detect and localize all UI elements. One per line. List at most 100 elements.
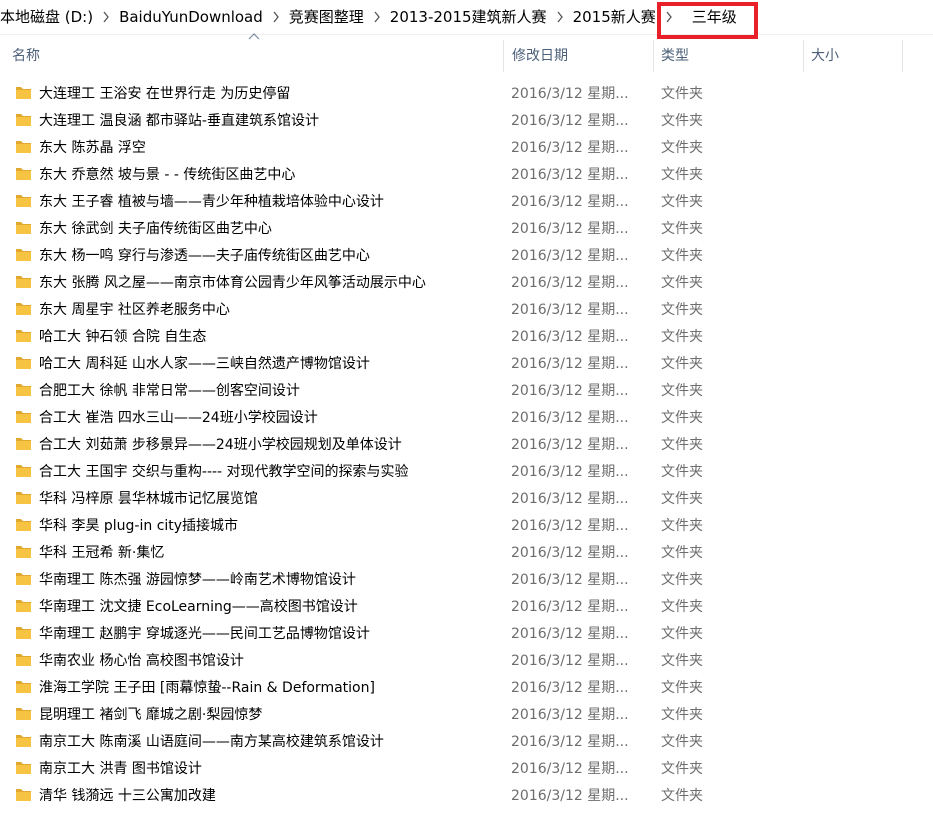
file-row[interactable]: 华南理工 陈杰强 游园惊梦——岭南艺术博物馆设计 2016/3/12 星期... 文… [0,567,933,594]
folder-icon [16,789,31,801]
file-type: 文件夹 [661,275,703,291]
breadcrumb-item-2015[interactable]: 2015新人赛 [571,0,658,34]
file-row[interactable]: 东大 乔意然 坡与景 - - 传统街区曲艺中心 2016/3/12 星期... 文件… [0,162,933,189]
file-name: 东大 张腾 风之屋——南京市体育公园青少年风筝活动展示中心 [39,275,426,291]
file-row[interactable]: 东大 王子睿 植被与墙——青少年种植栽培体验中心设计 2016/3/12 星期..… [0,189,933,216]
file-date: 2016/3/12 星期... [511,572,629,588]
file-row[interactable]: 大连理工 温良涵 都市驿站-垂直建筑系馆设计 2016/3/12 星期... 文件夹 [0,108,933,135]
chevron-right-icon[interactable] [549,0,571,34]
file-name: 华南理工 沈文捷 EcoLearning——高校图书馆设计 [39,599,358,615]
column-header-date[interactable]: 修改日期 [503,40,653,72]
file-date: 2016/3/12 星期... [511,302,629,318]
file-type: 文件夹 [661,86,703,102]
file-date: 2016/3/12 星期... [511,707,629,723]
file-row[interactable]: 华南农业 杨心怡 高校图书馆设计 2016/3/12 星期... 文件夹 [0,648,933,675]
file-date: 2016/3/12 星期... [511,545,629,561]
file-date: 2016/3/12 星期... [511,140,629,156]
folder-icon [16,411,31,423]
file-type: 文件夹 [661,788,703,804]
file-row[interactable]: 合工大 崔浩 四水三山——24班小学校园设计 2016/3/12 星期... 文件夹 [0,405,933,432]
file-type: 文件夹 [661,248,703,264]
sort-ascending-icon [248,33,260,40]
file-name: 大连理工 王浴安 在世界行走 为历史停留 [39,86,291,102]
file-date: 2016/3/12 星期... [511,221,629,237]
column-header-size[interactable]: 大小 [803,40,903,72]
folder-icon [16,330,31,342]
file-row[interactable]: 华科 李昊 plug-in city插接城市 2016/3/12 星期... 文件夹 [0,513,933,540]
file-name: 淮海工学院 王子田 [雨幕惊蛰--Rain & Deformation] [39,680,375,696]
file-row[interactable]: 东大 周星宇 社区养老服务中心 2016/3/12 星期... 文件夹 [0,297,933,324]
file-row[interactable]: 清华 钱漪远 十三公寓加改建 2016/3/12 星期... 文件夹 [0,783,933,810]
folder-icon [16,492,31,504]
chevron-right-icon[interactable] [366,0,388,34]
file-row[interactable]: 东大 张腾 风之屋——南京市体育公园青少年风筝活动展示中心 2016/3/12 星… [0,270,933,297]
chevron-right-icon[interactable] [265,0,287,34]
breadcrumb-item-2013-2015[interactable]: 2013-2015建筑新人赛 [388,0,549,34]
folder-icon [16,222,31,234]
file-row[interactable]: 东大 徐武剑 夫子庙传统街区曲艺中心 2016/3/12 星期... 文件夹 [0,216,933,243]
file-type: 文件夹 [661,167,703,183]
file-row[interactable]: 南京工大 陈南溪 山语庭间——南方某高校建筑系馆设计 2016/3/12 星期..… [0,729,933,756]
file-row[interactable]: 哈工大 周科延 山水人家——三峡自然遗产博物馆设计 2016/3/12 星期...… [0,351,933,378]
file-row[interactable]: 东大 陈苏晶 浮空 2016/3/12 星期... 文件夹 [0,135,933,162]
file-date: 2016/3/12 星期... [511,626,629,642]
file-name: 华南理工 陈杰强 游园惊梦——岭南艺术博物馆设计 [39,572,356,588]
file-row[interactable]: 合工大 刘茹萧 步移景异——24班小学校园规划及单体设计 2016/3/12 星期… [0,432,933,459]
file-row[interactable]: 哈工大 钟石领 合院 自生态 2016/3/12 星期... 文件夹 [0,324,933,351]
chevron-right-icon[interactable] [95,0,117,34]
file-type: 文件夹 [661,572,703,588]
file-name: 东大 乔意然 坡与景 - - 传统街区曲艺中心 [39,167,296,183]
breadcrumb-item-competition-folder[interactable]: 竞赛图整理 [287,0,366,34]
breadcrumb: 本地磁盘 (D:) BaiduYunDownload 竞赛图整理 2013-20… [0,0,933,35]
folder-icon [16,573,31,585]
file-type: 文件夹 [661,329,703,345]
file-type: 文件夹 [661,761,703,777]
file-date: 2016/3/12 星期... [511,599,629,615]
file-name: 华南农业 杨心怡 高校图书馆设计 [39,653,244,669]
file-row[interactable]: 南京工大 洪青 图书馆设计 2016/3/12 星期... 文件夹 [0,756,933,783]
column-header-type[interactable]: 类型 [653,40,803,72]
file-row[interactable]: 大连理工 王浴安 在世界行走 为历史停留 2016/3/12 星期... 文件夹 [0,81,933,108]
file-name: 大连理工 温良涵 都市驿站-垂直建筑系馆设计 [39,113,319,129]
folder-icon [16,600,31,612]
chevron-right-icon[interactable] [658,0,680,34]
file-row[interactable]: 淮海工学院 王子田 [雨幕惊蛰--Rain & Deformation] 2016… [0,675,933,702]
breadcrumb-item-baiduyundownload[interactable]: BaiduYunDownload [117,0,265,34]
folder-icon [16,357,31,369]
file-type: 文件夹 [661,221,703,237]
file-type: 文件夹 [661,707,703,723]
folder-icon [16,168,31,180]
file-date: 2016/3/12 星期... [511,86,629,102]
breadcrumb-item-drive[interactable]: 本地磁盘 (D:) [0,0,95,34]
folder-icon [16,303,31,315]
file-row[interactable]: 合肥工大 徐帆 非常日常——创客空间设计 2016/3/12 星期... 文件夹 [0,378,933,405]
folder-icon [16,438,31,450]
file-type: 文件夹 [661,653,703,669]
file-row[interactable]: 东大 杨一鸣 穿行与渗透——夫子庙传统街区曲艺中心 2016/3/12 星期...… [0,243,933,270]
file-row[interactable]: 华科 冯梓原 昙华林城市记忆展览馆 2016/3/12 星期... 文件夹 [0,486,933,513]
file-date: 2016/3/12 星期... [511,464,629,480]
breadcrumb-item-current[interactable]: 三年级 [680,0,747,34]
file-type: 文件夹 [661,491,703,507]
column-header-name[interactable]: 名称 [0,40,503,72]
file-name: 昆明理工 褚剑飞 靡城之剧·梨园惊梦 [39,707,263,723]
file-type: 文件夹 [661,545,703,561]
file-row[interactable]: 华科 王冠希 新·集忆 2016/3/12 星期... 文件夹 [0,540,933,567]
folder-icon [16,519,31,531]
file-name: 华科 王冠希 新·集忆 [39,545,165,561]
folder-icon [16,249,31,261]
file-row[interactable]: 华南理工 赵鹏宇 穿城逐光——民间工艺品博物馆设计 2016/3/12 星期...… [0,621,933,648]
file-date: 2016/3/12 星期... [511,788,629,804]
file-row[interactable]: 合工大 王国宇 交织与重构---- 对现代教学空间的探索与实验 2016/3/12… [0,459,933,486]
file-list: 大连理工 王浴安 在世界行走 为历史停留 2016/3/12 星期... 文件夹 大连… [0,81,933,810]
file-row[interactable]: 华南理工 沈文捷 EcoLearning——高校图书馆设计 2016/3/12 星… [0,594,933,621]
file-name: 东大 徐武剑 夫子庙传统街区曲艺中心 [39,221,272,237]
file-row[interactable]: 昆明理工 褚剑飞 靡城之剧·梨园惊梦 2016/3/12 星期... 文件夹 [0,702,933,729]
folder-icon [16,708,31,720]
folder-icon [16,141,31,153]
file-date: 2016/3/12 星期... [511,653,629,669]
file-date: 2016/3/12 星期... [511,356,629,372]
folder-icon [16,384,31,396]
file-type: 文件夹 [661,383,703,399]
column-header-row: 名称 修改日期 类型 大小 [0,33,933,72]
